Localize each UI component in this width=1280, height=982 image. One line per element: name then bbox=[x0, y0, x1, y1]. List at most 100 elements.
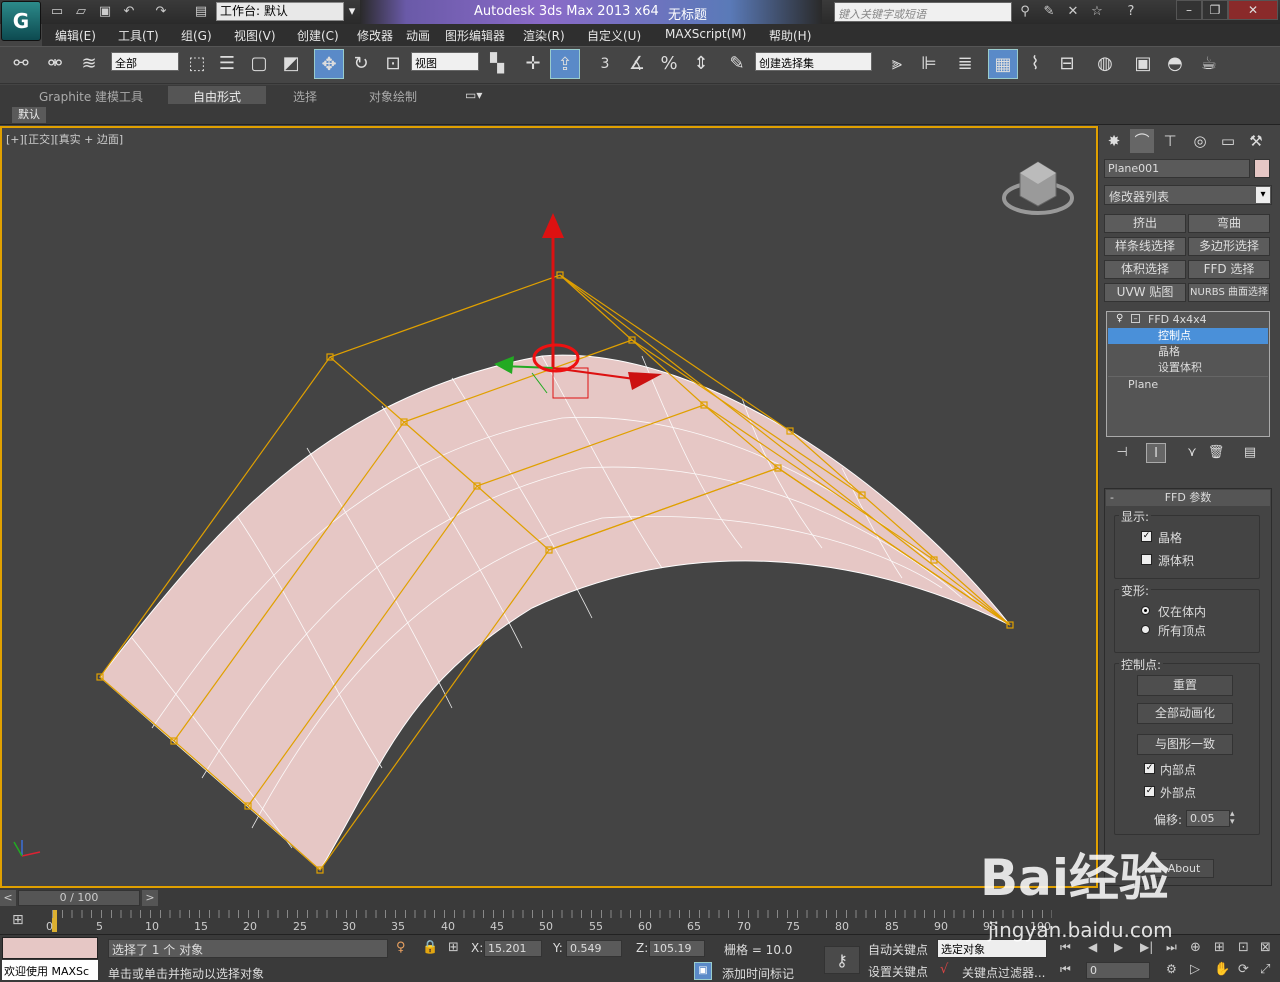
field-of-view-icon[interactable]: ▷ bbox=[1190, 962, 1200, 977]
render-setup-icon[interactable]: ▣ bbox=[1128, 49, 1158, 79]
unlink-icon[interactable]: ⚮ bbox=[40, 49, 70, 79]
y-coordinate-field[interactable]: 0.549 bbox=[566, 940, 622, 957]
modifier-list-dropdown[interactable]: 修改器列表 bbox=[1104, 185, 1272, 205]
utilities-tab-icon[interactable]: ⚒ bbox=[1244, 129, 1268, 153]
display-tab-icon[interactable]: ▭ bbox=[1216, 129, 1240, 153]
hierarchy-tab-icon[interactable]: ⊤ bbox=[1158, 129, 1182, 153]
zoom-extents-icon[interactable]: ⊡ bbox=[1238, 940, 1249, 955]
stack-item-lattice[interactable]: 晶格 bbox=[1108, 344, 1268, 360]
redo-icon[interactable]: ↷ bbox=[152, 3, 170, 20]
time-config-icon[interactable]: ⚙ bbox=[1166, 962, 1177, 976]
close-button[interactable]: ✕ bbox=[1228, 0, 1278, 20]
create-tab-icon[interactable]: ✸ bbox=[1102, 129, 1126, 153]
tab-object-paint[interactable]: 对象绘制 bbox=[369, 88, 417, 105]
source-volume-checkbox[interactable] bbox=[1141, 554, 1152, 565]
play-icon[interactable]: ▶ bbox=[1114, 940, 1123, 954]
project-folder-icon[interactable]: ▤ bbox=[192, 3, 210, 20]
bind-space-warp-icon[interactable]: ≋ bbox=[74, 49, 104, 79]
pan-view-icon[interactable]: ✋ bbox=[1214, 962, 1230, 977]
maxscript-listener-mini[interactable] bbox=[2, 937, 98, 959]
stack-item-control-points[interactable]: 控制点 bbox=[1108, 328, 1268, 344]
snaps-toggle-icon[interactable]: 3 bbox=[590, 49, 620, 79]
tab-graphite-modeling[interactable]: Graphite 建模工具 bbox=[39, 88, 143, 105]
stack-item-plane[interactable]: Plane bbox=[1108, 376, 1268, 392]
rectangle-selection-icon[interactable]: ▢ bbox=[244, 49, 274, 79]
modifier-poly-select-button[interactable]: 多边形选择 bbox=[1188, 237, 1270, 256]
menu-create[interactable]: 创建(C) bbox=[297, 27, 339, 44]
offset-field[interactable]: 0.05 bbox=[1186, 810, 1230, 827]
viewcube-icon[interactable] bbox=[1002, 161, 1074, 215]
zoom-icon[interactable]: ⊕ bbox=[1190, 940, 1201, 955]
prev-key-icon[interactable]: ◀ bbox=[1088, 940, 1097, 954]
goto-end-icon[interactable]: ⏭ bbox=[1166, 940, 1177, 955]
menu-views[interactable]: 视图(V) bbox=[234, 27, 276, 44]
menu-group[interactable]: 组(G) bbox=[181, 27, 212, 44]
modifier-ffd-select-button[interactable]: FFD 选择 bbox=[1188, 260, 1270, 279]
ribbon-options-icon[interactable]: ▭▾ bbox=[465, 88, 482, 102]
window-crossing-icon[interactable]: ◩ bbox=[276, 49, 306, 79]
menu-edit[interactable]: 编辑(E) bbox=[55, 27, 96, 44]
inside-points-checkbox[interactable]: ✓ bbox=[1144, 763, 1155, 774]
menu-animation[interactable]: 动画 bbox=[406, 27, 430, 44]
pin-stack-icon[interactable]: ⊣ bbox=[1112, 443, 1132, 463]
selection-lock-icon[interactable]: 🔒 bbox=[422, 940, 438, 955]
angle-snap-icon[interactable]: ∡ bbox=[622, 49, 652, 79]
menu-modifiers[interactable]: 修改器 bbox=[357, 27, 393, 44]
select-and-rotate-icon[interactable]: ↻ bbox=[346, 49, 376, 79]
reset-button[interactable]: 重置 bbox=[1137, 675, 1233, 696]
remove-modifier-icon[interactable]: 🗑 bbox=[1206, 443, 1226, 463]
percent-snap-icon[interactable]: % bbox=[654, 49, 684, 79]
show-end-result-icon[interactable]: Ⅰ bbox=[1146, 443, 1166, 463]
set-key-button[interactable]: 设置关键点 bbox=[868, 963, 928, 980]
menu-tools[interactable]: 工具(T) bbox=[118, 27, 159, 44]
next-key-icon[interactable]: ▶| bbox=[1140, 940, 1153, 954]
goto-start-icon[interactable]: ⏮ bbox=[1060, 940, 1071, 955]
keyboard-shortcut-override-icon[interactable]: ⇪ bbox=[550, 49, 580, 79]
undo-icon[interactable]: ↶ bbox=[120, 3, 138, 20]
manipulate-icon[interactable]: ✛ bbox=[518, 49, 548, 79]
pivot-center-icon[interactable]: ▚ bbox=[482, 49, 512, 79]
menu-maxscript[interactable]: MAXScript(M) bbox=[665, 27, 746, 41]
plane-mesh[interactable] bbox=[99, 354, 1011, 871]
auto-key-button[interactable]: 自动关键点 bbox=[868, 941, 928, 958]
add-time-tag[interactable]: 添加时间标记 bbox=[722, 965, 794, 982]
modifier-nurbs-select-button[interactable]: NURBS 曲面选择 bbox=[1188, 283, 1270, 302]
menu-rendering[interactable]: 渲染(R) bbox=[523, 27, 565, 44]
app-logo-button[interactable]: G bbox=[1, 1, 41, 41]
communication-icon[interactable]: ✕ bbox=[1064, 3, 1082, 20]
menu-help[interactable]: 帮助(H) bbox=[769, 27, 811, 44]
modifier-list-arrow-icon[interactable]: ▾ bbox=[1256, 187, 1270, 203]
viewport-scene[interactable] bbox=[2, 128, 1096, 886]
subscription-icon[interactable]: ✎ bbox=[1040, 3, 1058, 20]
lattice-checkbox[interactable]: ✓ bbox=[1141, 531, 1152, 542]
isolate-bulb-icon[interactable]: ♀ bbox=[396, 940, 406, 955]
modifier-vol-select-button[interactable]: 体积选择 bbox=[1104, 260, 1186, 279]
named-selection-dropdown[interactable]: 创建选择集 bbox=[755, 52, 872, 71]
layer-manager-icon[interactable]: ≣ bbox=[950, 49, 980, 79]
all-vertices-radio[interactable] bbox=[1141, 625, 1150, 634]
workspace-dropdown-arrow-icon[interactable]: ▾ bbox=[343, 3, 361, 20]
save-file-icon[interactable]: ▣ bbox=[96, 3, 114, 20]
mirror-icon[interactable]: ⫸ bbox=[882, 49, 912, 79]
modifier-uvw-map-button[interactable]: UVW 贴图 bbox=[1104, 283, 1186, 302]
stack-item-set-volume[interactable]: 设置体积 bbox=[1108, 360, 1268, 376]
new-file-icon[interactable]: ▭ bbox=[48, 3, 66, 20]
set-key-icon[interactable]: ⚷ bbox=[824, 946, 860, 974]
conform-to-shape-button[interactable]: 与图形一致 bbox=[1137, 734, 1233, 755]
edit-named-selection-icon[interactable]: ✎ bbox=[722, 49, 752, 79]
next-frame-icon[interactable]: > bbox=[142, 890, 158, 906]
zoom-extents-all-icon[interactable]: ⊠ bbox=[1260, 940, 1271, 955]
offset-spinner-icon[interactable]: ▴ ▾ bbox=[1230, 810, 1235, 827]
select-and-scale-icon[interactable]: ⊡ bbox=[378, 49, 408, 79]
minimize-button[interactable]: – bbox=[1176, 0, 1202, 20]
curve-editor-icon[interactable]: ⌇ bbox=[1020, 49, 1050, 79]
object-color-swatch[interactable] bbox=[1254, 159, 1270, 178]
open-file-icon[interactable]: ▱ bbox=[72, 3, 90, 20]
selection-filter-dropdown[interactable]: 全部 bbox=[111, 52, 179, 71]
absolute-mode-icon[interactable]: ⊞ bbox=[448, 940, 459, 955]
zoom-all-icon[interactable]: ⊞ bbox=[1214, 940, 1225, 955]
animate-all-button[interactable]: 全部动画化 bbox=[1137, 703, 1233, 724]
ffd-params-header[interactable]: - FFD 参数 bbox=[1106, 490, 1270, 506]
modifier-spline-select-button[interactable]: 样条线选择 bbox=[1104, 237, 1186, 256]
select-and-move-icon[interactable]: ✥ bbox=[314, 49, 344, 79]
